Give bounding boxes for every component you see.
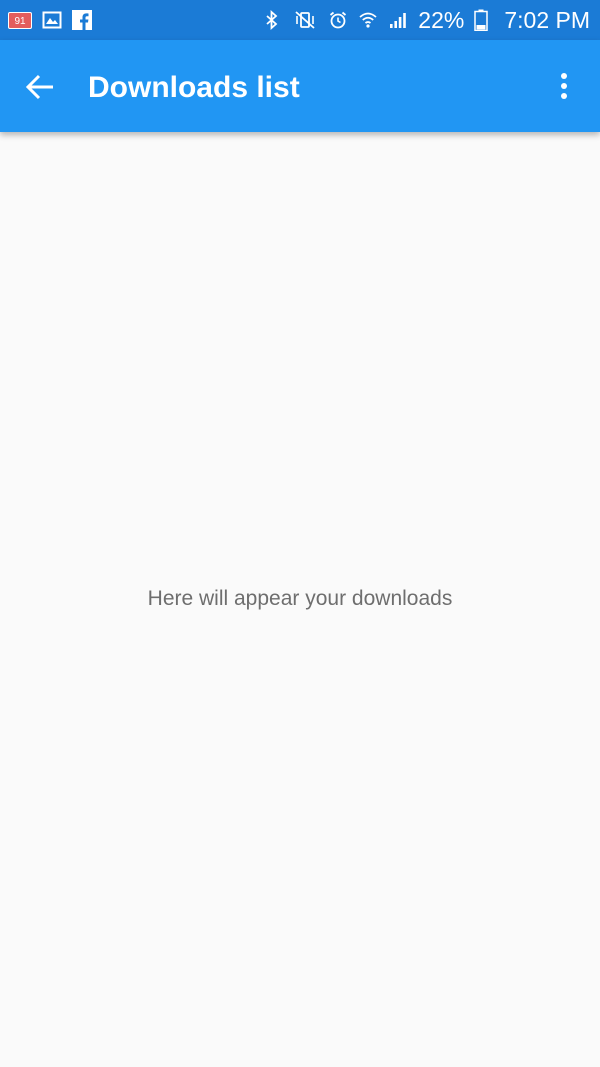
page-title: Downloads list xyxy=(88,71,300,104)
status-bar-left: 91 xyxy=(8,10,92,30)
screen: 91 22% 7:02 PM Downloads list Here will … xyxy=(0,0,600,1067)
more-vert-icon xyxy=(559,72,569,102)
vibrate-mute-icon xyxy=(292,10,318,30)
alarm-icon xyxy=(328,10,348,30)
notification-count: 91 xyxy=(14,15,26,27)
signal-icon xyxy=(388,10,408,30)
battery-icon xyxy=(474,9,489,31)
empty-state-message: Here will appear your downloads xyxy=(147,587,453,610)
clock: 7:02 PM xyxy=(504,6,590,33)
facebook-icon xyxy=(72,10,92,30)
back-button[interactable] xyxy=(16,64,64,110)
bluetooth-icon xyxy=(262,10,282,30)
app-bar: Downloads list xyxy=(0,40,600,132)
gallery-icon xyxy=(42,10,62,30)
arrow-back-icon xyxy=(25,72,55,102)
wifi-icon xyxy=(358,10,378,30)
downloads-list: Here will appear your downloads xyxy=(0,132,600,1067)
battery-percent: 22% xyxy=(418,6,465,33)
messages-icon: 91 xyxy=(8,11,32,29)
status-bar-right: 22% 7:02 PM xyxy=(262,7,590,34)
more-options-button[interactable] xyxy=(542,64,586,110)
status-bar: 91 22% 7:02 PM xyxy=(0,0,600,40)
